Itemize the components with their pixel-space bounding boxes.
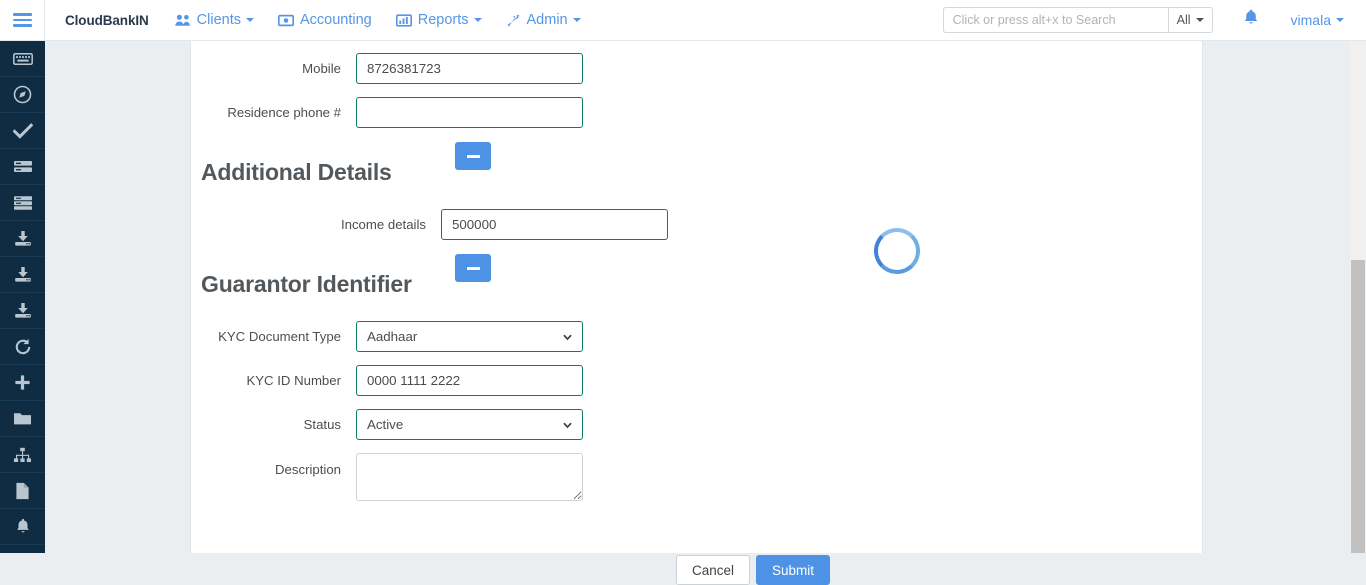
residence-phone-label: Residence phone #: [201, 105, 356, 120]
sidebar-item-sitemap[interactable]: [0, 437, 45, 473]
description-textarea[interactable]: [356, 453, 583, 501]
sidebar-item-refresh[interactable]: [0, 329, 45, 365]
brand-logo[interactable]: CloudBankIN: [65, 13, 149, 28]
form-row-mobile: Mobile: [201, 53, 583, 84]
form-row-status: Status Active: [201, 409, 583, 440]
content-panel: Mobile Residence phone # Additional Deta…: [190, 41, 1203, 553]
kyc-document-type-select[interactable]: Aadhaar: [356, 321, 583, 352]
nav-item-reports-label: Reports: [418, 12, 469, 28]
compass-icon: [13, 85, 32, 104]
residence-phone-input[interactable]: [356, 97, 583, 128]
additional-details-heading: Additional Details: [201, 159, 392, 186]
sidebar-item-folder[interactable]: [0, 401, 45, 437]
description-label: Description: [201, 453, 356, 477]
kyc-id-number-label: KYC ID Number: [201, 373, 356, 388]
search-scope-label: All: [1177, 13, 1191, 27]
spinner-icon: [874, 228, 920, 274]
global-search: All: [943, 7, 1213, 33]
left-sidebar: [0, 41, 45, 553]
sidebar-item-add[interactable]: [0, 365, 45, 401]
file-icon: [15, 482, 30, 500]
user-menu[interactable]: vimala: [1291, 12, 1344, 28]
hamburger-icon: [13, 13, 32, 27]
plus-icon: [14, 374, 31, 391]
top-navbar: CloudBankIN Clients Accounting: [0, 0, 1366, 41]
vertical-scrollbar-thumb[interactable]: [1351, 260, 1365, 553]
form-row-income-details: Income details: [286, 209, 668, 240]
minus-icon: [467, 155, 480, 158]
kyc-document-type-select-wrap: Aadhaar: [356, 321, 583, 352]
notifications-button[interactable]: [1243, 9, 1259, 31]
sidebar-item-check[interactable]: [0, 113, 45, 149]
check-icon: [13, 123, 33, 139]
chevron-down-icon: [246, 18, 254, 22]
form-actions: Cancel Submit: [676, 555, 830, 585]
sidebar-item-keyboard[interactable]: [0, 41, 45, 77]
bar-chart-icon: [396, 14, 412, 27]
wrench-icon: [506, 14, 521, 27]
sidebar-item-download-1[interactable]: [0, 221, 45, 257]
status-select[interactable]: Active: [356, 409, 583, 440]
folder-icon: [13, 411, 32, 426]
form-row-description: Description: [201, 453, 583, 501]
search-scope-dropdown[interactable]: All: [1168, 7, 1213, 33]
hamburger-menu-button[interactable]: [0, 0, 45, 40]
minus-icon: [467, 267, 480, 270]
guarantor-identifier-heading: Guarantor Identifier: [201, 271, 412, 298]
sidebar-item-compass[interactable]: [0, 77, 45, 113]
nav-item-admin[interactable]: Admin: [506, 12, 581, 28]
sidebar-item-download-2[interactable]: [0, 257, 45, 293]
form-row-kyc-document-type: KYC Document Type Aadhaar: [201, 321, 583, 352]
chevron-down-icon: [573, 18, 581, 22]
cancel-button[interactable]: Cancel: [676, 555, 750, 585]
kyc-document-type-label: KYC Document Type: [201, 329, 356, 344]
income-details-input[interactable]: [441, 209, 668, 240]
nav-item-reports[interactable]: Reports: [396, 12, 482, 28]
keyboard-icon: [13, 52, 33, 66]
form-row-kyc-id-number: KYC ID Number: [201, 365, 583, 396]
sidebar-item-server-stack[interactable]: [0, 185, 45, 221]
main-nav: Clients Accounting Reports: [175, 12, 605, 28]
money-bill-icon: [278, 14, 294, 27]
server-icon: [13, 159, 33, 174]
users-icon: [175, 14, 191, 27]
nav-item-accounting-label: Accounting: [300, 12, 372, 28]
server-stack-icon: [13, 195, 33, 211]
nav-item-clients-label: Clients: [197, 12, 241, 28]
submit-button[interactable]: Submit: [756, 555, 830, 585]
chevron-down-icon: [1196, 18, 1204, 22]
chevron-down-icon: [1336, 18, 1344, 22]
sidebar-item-server[interactable]: [0, 149, 45, 185]
user-menu-label: vimala: [1291, 12, 1331, 28]
download-box-icon-3: [13, 302, 33, 319]
sidebar-item-file[interactable]: [0, 473, 45, 509]
additional-details-collapse-button[interactable]: [455, 142, 491, 170]
navbar-right-group: All vimala: [943, 0, 1366, 40]
nav-item-admin-label: Admin: [527, 12, 568, 28]
refresh-icon: [14, 338, 32, 356]
form-row-residence-phone: Residence phone #: [201, 97, 583, 128]
mobile-label: Mobile: [201, 61, 356, 76]
chevron-down-icon: [474, 18, 482, 22]
mobile-input[interactable]: [356, 53, 583, 84]
status-label: Status: [201, 417, 356, 432]
nav-item-clients[interactable]: Clients: [175, 12, 254, 28]
income-details-label: Income details: [286, 217, 441, 232]
status-select-wrap: Active: [356, 409, 583, 440]
bell-icon: [1243, 9, 1259, 31]
download-box-icon-2: [13, 266, 33, 283]
guarantor-identifier-collapse-button[interactable]: [455, 254, 491, 282]
download-box-icon: [13, 230, 33, 247]
kyc-id-number-input[interactable]: [356, 365, 583, 396]
nav-item-accounting[interactable]: Accounting: [278, 12, 372, 28]
search-input[interactable]: [943, 7, 1168, 33]
sidebar-item-alerts[interactable]: [0, 509, 45, 545]
sidebar-item-download-3[interactable]: [0, 293, 45, 329]
sitemap-icon: [13, 447, 32, 463]
vertical-scrollbar-track[interactable]: [1350, 41, 1366, 553]
bell-icon: [15, 518, 31, 535]
